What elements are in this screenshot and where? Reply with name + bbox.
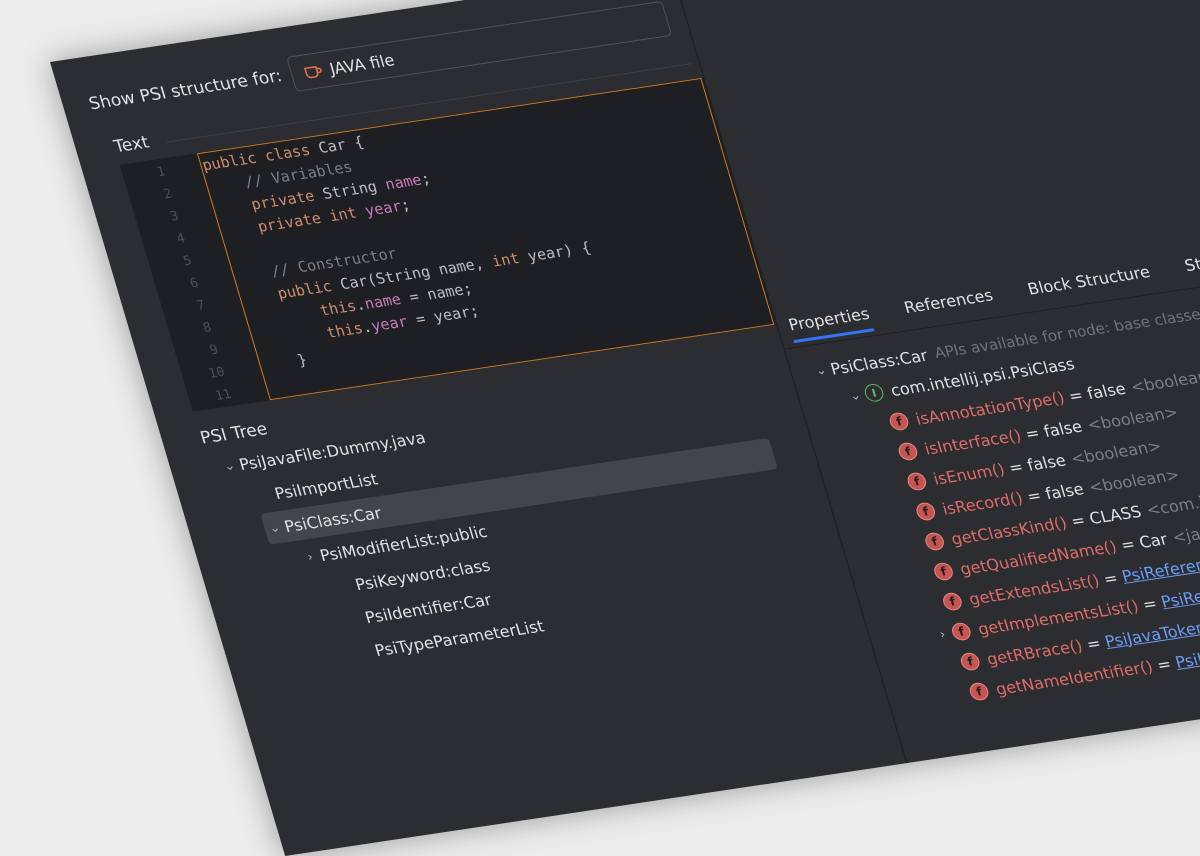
code-line: } (259, 351, 309, 375)
method-icon: f (923, 531, 947, 552)
line-number: 1 (155, 164, 168, 181)
line-number: 10 (206, 364, 227, 382)
line-number-gutter: 1 2 3 4 5 6 7 8 9 10 11 (120, 156, 252, 412)
psi-tree-title: PSI Tree (198, 419, 270, 449)
method-icon: f (932, 561, 955, 582)
property-value: false (1041, 416, 1085, 441)
property-type: <boolean> (1128, 364, 1200, 397)
method-icon: f (914, 501, 938, 522)
property-method-name: isRecord() (939, 487, 1025, 519)
line-number: 3 (168, 208, 181, 225)
psi-viewer-window: Show PSI structure for: JAVA file Text 1… (50, 0, 1200, 856)
code-token: name (362, 290, 404, 313)
method-icon: f (967, 681, 991, 702)
code-token: int (489, 247, 531, 271)
code-token: Car (316, 134, 357, 157)
tab-stub-structure[interactable]: Stub Structure (1182, 240, 1200, 284)
line-number: 5 (181, 253, 194, 270)
code-token: String (320, 176, 389, 203)
line-number: 4 (175, 231, 188, 247)
line-number: 7 (194, 298, 207, 314)
code-editor[interactable]: 1 2 3 4 5 6 7 8 9 10 11 public class Car { // Vari… (119, 77, 777, 412)
line-number: 6 (188, 275, 201, 292)
line-number: 11 (213, 387, 234, 404)
method-icon: f (896, 441, 920, 462)
property-value: Car (1136, 528, 1170, 552)
line-number: 9 (207, 342, 221, 359)
code-token: year) { (525, 238, 594, 266)
show-psi-label: Show PSI structure for: (86, 66, 285, 115)
method-icon: f (887, 411, 911, 432)
property-value: false (1042, 478, 1086, 503)
method-icon: f (940, 591, 964, 612)
tab-block-structure[interactable]: Block Structure (1025, 262, 1154, 307)
code-token: class (262, 139, 322, 165)
code-token: name (382, 170, 424, 194)
psi-node-label: PsiClass:Car (281, 502, 384, 536)
coffee-cup-icon (302, 62, 324, 80)
text-section-title: Text (111, 132, 152, 158)
code-token: year (368, 312, 410, 336)
method-icon: f (905, 471, 929, 492)
file-type-value: JAVA file (327, 49, 397, 78)
property-method-name: isEnum() (930, 459, 1007, 489)
editor-focus-border (196, 77, 775, 401)
code-token: int (326, 202, 368, 226)
file-type-combobox[interactable]: JAVA file (286, 0, 673, 92)
property-type: <boolean> (1084, 402, 1181, 434)
code-token: } (259, 350, 310, 375)
code-token: = year; (404, 301, 482, 330)
line-number: 8 (201, 320, 214, 336)
method-icon: f (958, 651, 982, 672)
property-value: CLASS (1086, 501, 1144, 528)
code-token: public (199, 147, 268, 175)
line-number: 2 (161, 186, 174, 203)
property-value: false (1084, 378, 1128, 403)
property-value: false (1024, 450, 1068, 475)
code-token: year (362, 196, 404, 220)
